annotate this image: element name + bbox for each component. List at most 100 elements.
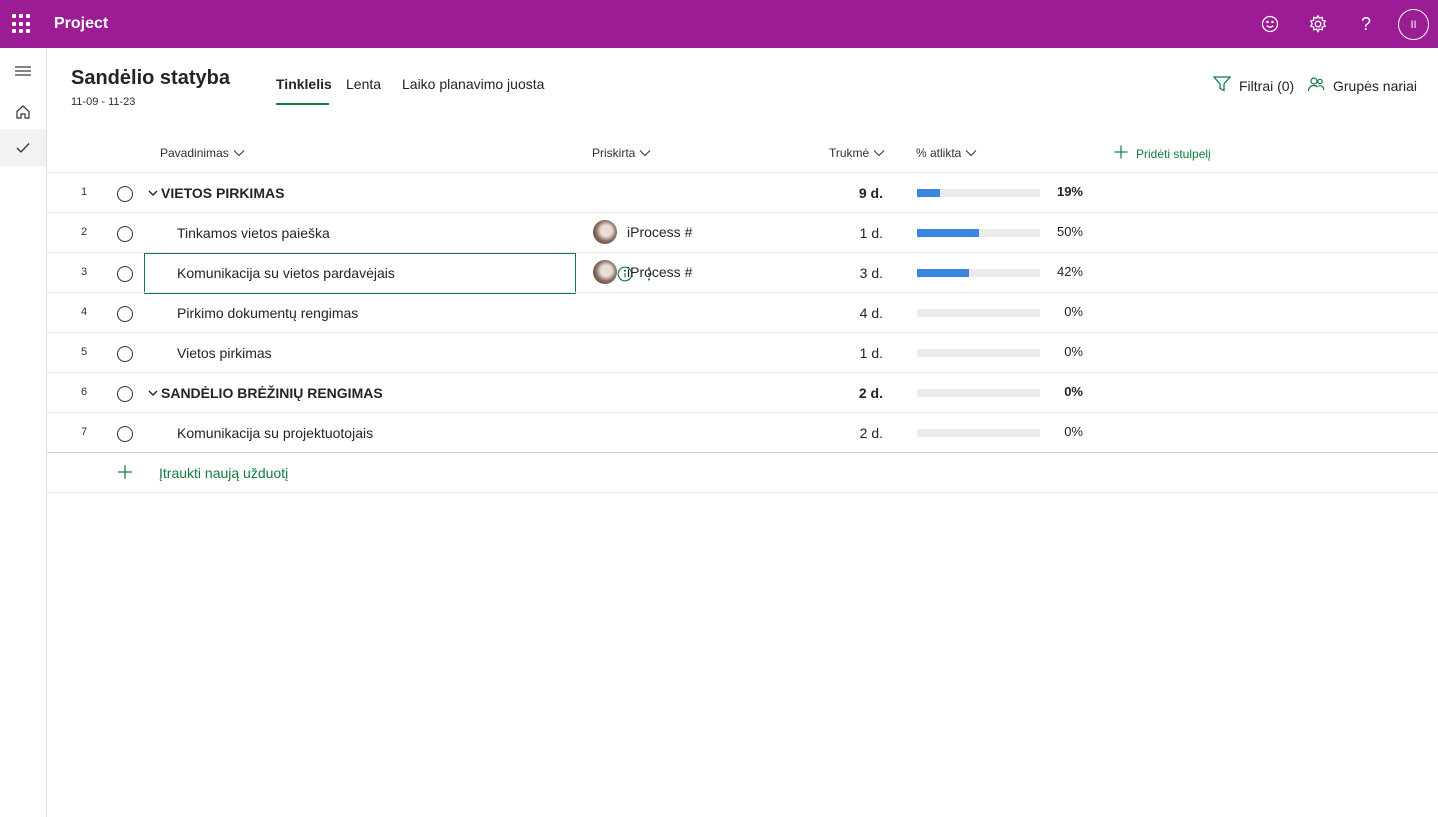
gear-icon[interactable]: [1306, 12, 1330, 36]
menu-icon[interactable]: [0, 52, 46, 89]
plus-icon: [117, 464, 133, 483]
table-row[interactable]: 7 Komunikacija su projektuotojais 2 d. 0…: [47, 413, 1438, 453]
task-name[interactable]: Vietos pirkimas: [177, 345, 272, 361]
column-duration-label: Trukmė: [829, 146, 870, 160]
column-header-assigned[interactable]: Priskirta: [592, 146, 651, 160]
task-percent[interactable]: 0%: [1033, 344, 1083, 359]
filters-button[interactable]: Filtrai (0): [1212, 76, 1295, 95]
task-name[interactable]: SANDĖLIO BRĖŽINIŲ RENGIMAS: [161, 385, 383, 401]
task-duration[interactable]: 9 d.: [787, 185, 883, 201]
row-number: 4: [80, 306, 88, 318]
table-row[interactable]: 5 Vietos pirkimas 1 d. 0%: [47, 333, 1438, 373]
progress-fill: [917, 269, 969, 277]
column-header-duration[interactable]: Trukmė: [829, 146, 885, 160]
progress-bar: [917, 269, 1040, 277]
table-row[interactable]: 2 Tinkamos vietos paieška iProcess # 1 d…: [47, 213, 1438, 253]
progress-bar: [917, 349, 1040, 357]
task-name[interactable]: Tinkamos vietos paieška: [177, 225, 330, 241]
tab-timeline[interactable]: Laiko planavimo juosta: [402, 76, 544, 107]
group-members-button[interactable]: Grupės nariai: [1307, 76, 1417, 95]
column-name-label: Pavadinimas: [160, 146, 229, 160]
task-duration[interactable]: 3 d.: [787, 265, 883, 281]
row-number: 1: [80, 186, 88, 198]
task-percent[interactable]: 0%: [1033, 384, 1083, 399]
add-column-label: Pridėti stulpelį: [1136, 146, 1211, 161]
row-number: 6: [80, 386, 88, 398]
task-percent[interactable]: 0%: [1033, 304, 1083, 319]
chevron-down-icon: [639, 146, 651, 160]
task-percent[interactable]: 50%: [1033, 224, 1083, 239]
complete-checkbox[interactable]: [117, 386, 133, 402]
plan-dates: 11-09 - 11-23: [71, 96, 136, 108]
task-duration[interactable]: 2 d.: [787, 385, 883, 401]
user-avatar[interactable]: II: [1398, 9, 1429, 40]
complete-checkbox[interactable]: [117, 186, 133, 202]
tab-board[interactable]: Lenta: [346, 76, 381, 107]
chevron-down-icon: [233, 146, 245, 160]
check-icon[interactable]: [0, 129, 46, 166]
people-icon: [1307, 76, 1325, 95]
table-row[interactable]: 4 Pirkimo dokumentų rengimas 4 d. 0%: [47, 293, 1438, 333]
row-number: 2: [80, 226, 88, 238]
progress-fill: [917, 189, 941, 197]
progress-bar: [917, 229, 1040, 237]
smiley-icon[interactable]: [1258, 12, 1282, 36]
column-assigned-label: Priskirta: [592, 146, 636, 160]
app-title[interactable]: Project: [54, 15, 108, 33]
row-number: 3: [80, 266, 88, 278]
task-duration[interactable]: 2 d.: [787, 425, 883, 441]
task-percent[interactable]: 0%: [1033, 424, 1083, 439]
avatar: [593, 260, 617, 284]
task-assignee[interactable]: iProcess #: [593, 260, 692, 284]
column-percent-label: % atlikta: [916, 146, 962, 160]
home-icon[interactable]: [0, 93, 46, 130]
progress-bar: [917, 429, 1040, 437]
progress-fill: [917, 229, 979, 237]
suite-header: Project ? II: [0, 0, 1438, 48]
task-name[interactable]: Komunikacija su vietos pardavėjais: [177, 265, 395, 281]
progress-bar: [917, 309, 1040, 317]
assignee-name: iProcess #: [627, 224, 693, 240]
task-name[interactable]: VIETOS PIRKIMAS: [161, 185, 284, 201]
complete-checkbox[interactable]: [117, 346, 133, 362]
app-launcher-icon[interactable]: [12, 14, 32, 34]
task-assignee[interactable]: iProcess #: [593, 220, 692, 244]
column-header-percent[interactable]: % atlikta: [916, 146, 977, 160]
task-duration[interactable]: 4 d.: [787, 305, 883, 321]
complete-checkbox[interactable]: [117, 426, 133, 442]
filters-label: Filtrai (0): [1239, 77, 1295, 94]
table-row[interactable]: 6 SANDĖLIO BRĖŽINIŲ RENGIMAS 2 d. 0%: [47, 373, 1438, 413]
group-members-label: Grupės nariai: [1333, 77, 1418, 94]
table-row[interactable]: 3 Komunikacija su vietos pardavėjais iPr…: [47, 253, 1438, 294]
row-number: 5: [80, 346, 88, 358]
progress-bar: [917, 389, 1040, 397]
left-rail: [0, 48, 47, 817]
task-duration[interactable]: 1 d.: [787, 225, 883, 241]
task-duration[interactable]: 1 d.: [787, 345, 883, 361]
add-task-label: Įtraukti naują užduotį: [159, 465, 289, 481]
progress-bar: [917, 189, 1040, 197]
filter-icon: [1212, 76, 1232, 95]
complete-checkbox[interactable]: [117, 266, 133, 282]
active-tab-indicator: [276, 103, 329, 105]
add-column-button[interactable]: Pridėti stulpelį: [1114, 145, 1211, 162]
assignee-name: iProcess #: [627, 264, 693, 280]
plan-title[interactable]: Sandėlio statyba: [71, 67, 230, 90]
chevron-down-icon[interactable]: [147, 386, 159, 398]
column-header-name[interactable]: Pavadinimas: [160, 146, 245, 160]
task-percent[interactable]: 42%: [1033, 264, 1083, 279]
row-number: 7: [80, 426, 88, 438]
chevron-down-icon: [873, 146, 885, 160]
complete-checkbox[interactable]: [117, 226, 133, 242]
help-icon[interactable]: ?: [1354, 12, 1378, 36]
complete-checkbox[interactable]: [117, 306, 133, 322]
task-name[interactable]: Komunikacija su projektuotojais: [177, 425, 373, 441]
table-row[interactable]: 1 VIETOS PIRKIMAS 9 d. 19%: [47, 173, 1438, 213]
task-percent[interactable]: 19%: [1033, 184, 1083, 199]
chevron-down-icon: [965, 146, 977, 160]
row-divider: [47, 492, 1438, 493]
plus-icon: [1114, 145, 1128, 162]
add-task-row[interactable]: Įtraukti naują užduotį: [47, 453, 1438, 493]
task-name[interactable]: Pirkimo dokumentų rengimas: [177, 305, 358, 321]
chevron-down-icon[interactable]: [147, 186, 159, 198]
